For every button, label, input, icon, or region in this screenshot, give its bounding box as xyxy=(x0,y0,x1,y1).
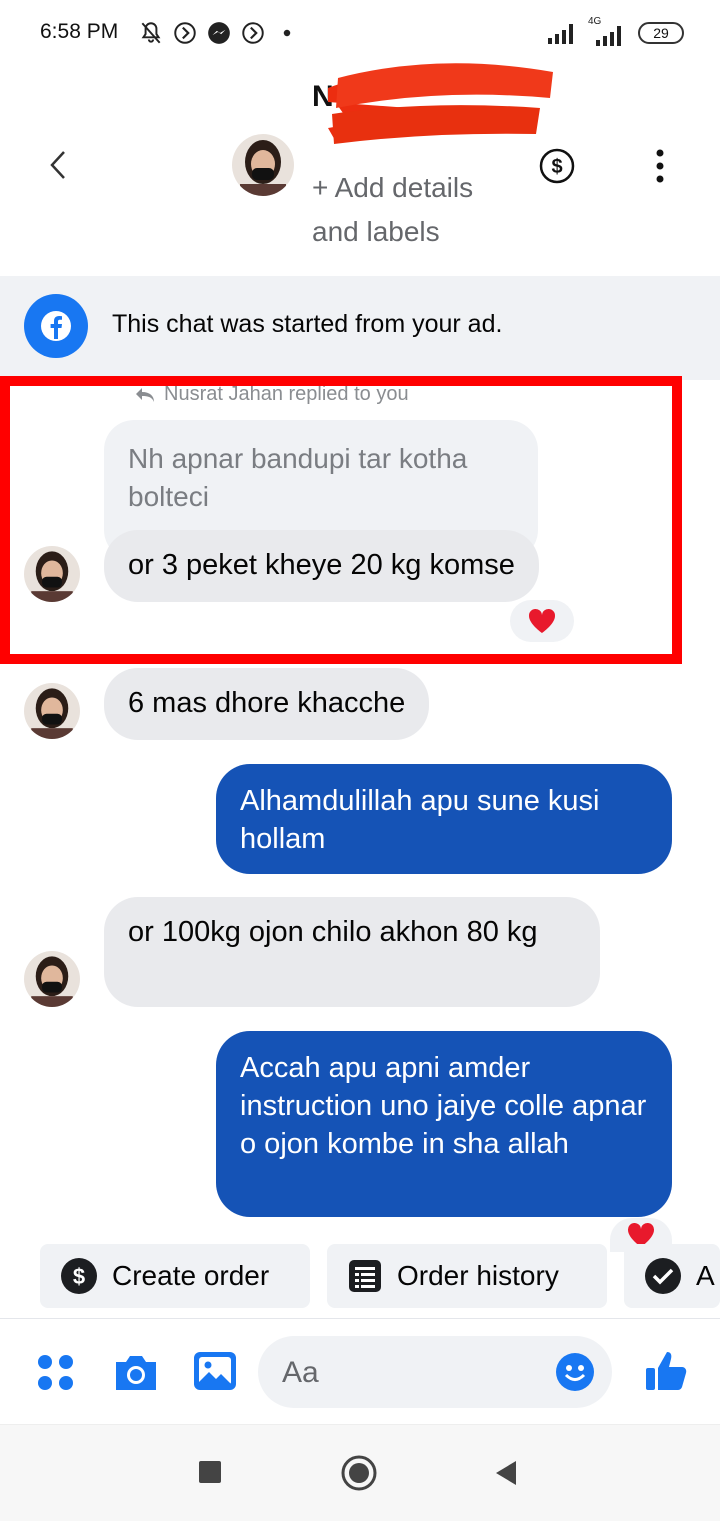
order-history-label: Order history xyxy=(397,1260,559,1291)
chevron-circle-icon xyxy=(174,22,196,44)
back-nav-icon[interactable] xyxy=(494,1459,518,1487)
apps-grid-icon[interactable] xyxy=(36,1353,76,1393)
outgoing-message[interactable]: Alhamdulillah apu sune kusi hollam xyxy=(216,764,672,874)
muted-bell-icon xyxy=(141,22,161,44)
check-circle-icon xyxy=(645,1258,681,1294)
messenger-icon xyxy=(208,22,230,44)
recents-icon[interactable] xyxy=(198,1460,222,1484)
back-arrow-icon[interactable] xyxy=(40,146,78,184)
red-highlight-edge xyxy=(0,376,10,664)
dot-icon xyxy=(283,29,291,37)
status-time: 6:58 PM xyxy=(40,20,119,43)
outgoing-message[interactable]: Accah apu apni amder instruction uno jai… xyxy=(216,1031,672,1217)
third-action-button[interactable]: A xyxy=(624,1244,720,1308)
signal-icon xyxy=(548,24,573,44)
incoming-message[interactable]: 6 mas dhore khacche xyxy=(104,668,430,740)
contact-avatar[interactable] xyxy=(232,134,294,196)
home-icon[interactable] xyxy=(340,1454,378,1492)
svg-text:$: $ xyxy=(551,156,562,178)
add-details-link[interactable]: + Add details and labels xyxy=(312,166,502,254)
emoji-icon[interactable] xyxy=(555,1352,595,1392)
red-highlight-box xyxy=(0,376,682,664)
status-system-icons: 4G 29 xyxy=(548,16,684,46)
message-input-placeholder: Aa xyxy=(282,1356,319,1389)
gallery-icon[interactable] xyxy=(192,1350,238,1392)
camera-icon[interactable] xyxy=(112,1350,160,1394)
battery-indicator: 29 xyxy=(638,22,684,44)
create-order-button[interactable]: $ Create order xyxy=(40,1244,310,1308)
facebook-icon xyxy=(24,294,88,358)
sender-avatar[interactable] xyxy=(24,683,80,739)
svg-text:$: $ xyxy=(73,1264,85,1289)
sender-avatar[interactable] xyxy=(24,951,80,1007)
dollar-icon[interactable]: $ xyxy=(538,147,576,185)
chevron-circle-icon xyxy=(242,22,264,44)
thumbs-up-icon[interactable] xyxy=(644,1348,690,1394)
ad-banner-text: This chat was started from your ad. xyxy=(112,310,503,338)
receipt-icon xyxy=(349,1260,381,1292)
redaction-scribble xyxy=(328,63,553,144)
status-notification-icons xyxy=(138,20,300,46)
more-options-icon[interactable] xyxy=(650,148,670,184)
third-action-label: A xyxy=(696,1260,715,1291)
dollar-circle-icon: $ xyxy=(61,1258,97,1294)
signal-4g-icon: 4G xyxy=(588,16,628,46)
incoming-message[interactable]: or 100kg ojon chilo akhon 80 kg xyxy=(104,897,600,1007)
create-order-label: Create order xyxy=(112,1260,270,1291)
order-history-button[interactable]: Order history xyxy=(327,1244,607,1308)
composer-divider xyxy=(0,1318,720,1319)
